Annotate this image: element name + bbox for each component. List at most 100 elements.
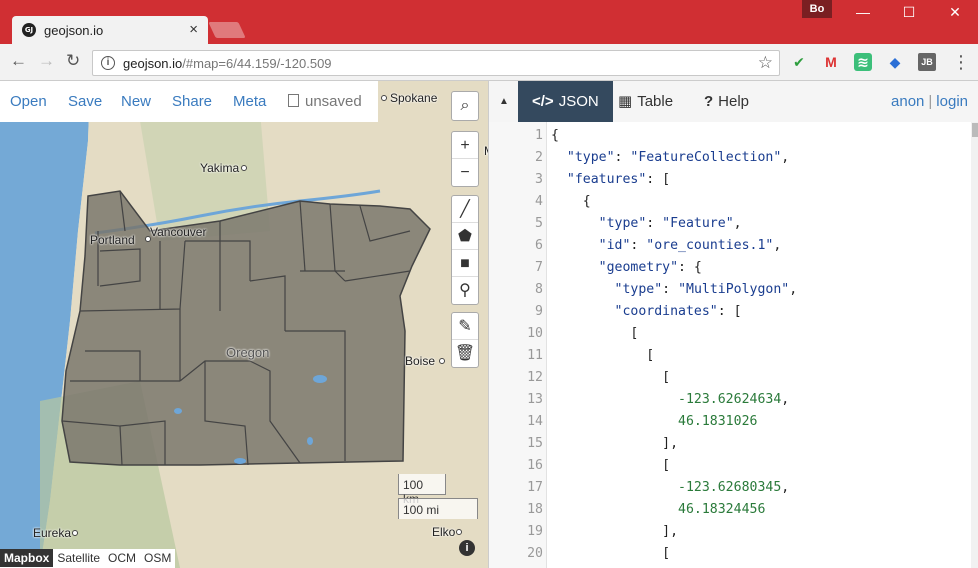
layer-osm[interactable]: OSM bbox=[140, 549, 175, 567]
code-text: "coordinates": [ bbox=[614, 304, 742, 319]
tab-json[interactable]: </> JSON bbox=[518, 81, 613, 122]
collapse-pane-icon[interactable]: ▲ bbox=[499, 96, 509, 107]
code-line[interactable]: 9 "coordinates": [ bbox=[489, 301, 969, 323]
help-icon: ? bbox=[704, 93, 714, 110]
minimize-icon[interactable]: — bbox=[840, 0, 886, 26]
login-link[interactable]: login bbox=[936, 93, 968, 110]
line-number: 14 bbox=[527, 414, 543, 429]
json-editor[interactable]: 1{2 "type": "FeatureCollection", 3 "featu… bbox=[489, 125, 969, 565]
tab-help[interactable]: ? Help bbox=[690, 81, 763, 122]
open-button[interactable]: Open bbox=[10, 93, 47, 110]
maximize-icon[interactable]: ☐ bbox=[886, 0, 932, 26]
browser-tab[interactable]: GJ geojson.io × bbox=[12, 16, 208, 44]
code-line[interactable]: 15 ], bbox=[489, 433, 969, 455]
editor-scroll-thumb[interactable] bbox=[972, 123, 978, 137]
draw-marker-icon[interactable]: ⚲ bbox=[452, 277, 478, 304]
chrome-menu-icon[interactable]: ⋮ bbox=[952, 52, 970, 73]
lake-2 bbox=[174, 408, 182, 414]
code-text: -123.62624634, bbox=[678, 392, 790, 407]
save-button[interactable]: Save bbox=[68, 93, 102, 110]
search-icon[interactable]: ⌕ bbox=[452, 92, 478, 119]
attribution-info-icon[interactable]: i bbox=[459, 540, 475, 556]
zoom-control: + − bbox=[451, 131, 479, 187]
bookmark-star-icon[interactable]: ☆ bbox=[758, 53, 773, 73]
code-line[interactable]: 11 [ bbox=[489, 345, 969, 367]
layer-ocm[interactable]: OCM bbox=[104, 549, 140, 567]
profile-button[interactable]: Bo bbox=[802, 0, 832, 18]
code-line[interactable]: 10 [ bbox=[489, 323, 969, 345]
code-line[interactable]: 18 46.18324456 bbox=[489, 499, 969, 521]
editor-scrollbar[interactable] bbox=[971, 122, 978, 568]
unsaved-status[interactable]: unsaved bbox=[288, 93, 362, 110]
new-tab-button[interactable] bbox=[208, 22, 246, 38]
line-number: 2 bbox=[535, 150, 543, 165]
jb-extension-icon[interactable]: JB bbox=[918, 53, 936, 71]
browser-titlebar: GJ geojson.io × Bo — ☐ ✕ bbox=[0, 0, 978, 44]
zoom-out-icon[interactable]: − bbox=[452, 159, 478, 186]
draw-rectangle-icon[interactable]: ■ bbox=[452, 250, 478, 277]
back-icon[interactable]: ← bbox=[10, 51, 27, 71]
code-line[interactable]: 5 "type": "Feature", bbox=[489, 213, 969, 235]
code-text: 46.18324456 bbox=[678, 502, 766, 517]
geojson-favicon-icon: GJ bbox=[22, 23, 36, 37]
gmail-extension-icon[interactable]: M bbox=[822, 53, 840, 71]
place-dot-spokane bbox=[381, 95, 387, 101]
zoom-in-icon[interactable]: + bbox=[452, 132, 478, 159]
code-line[interactable]: 14 46.1831026 bbox=[489, 411, 969, 433]
code-line[interactable]: 3 "features": [ bbox=[489, 169, 969, 191]
checkmark-extension-icon[interactable]: ✔ bbox=[790, 53, 808, 71]
code-line[interactable]: 2 "type": "FeatureCollection", bbox=[489, 147, 969, 169]
new-button[interactable]: New bbox=[121, 93, 151, 110]
place-eureka: Eureka bbox=[33, 526, 72, 540]
code-line[interactable]: 17 -123.62680345, bbox=[489, 477, 969, 499]
tab-table[interactable]: ▦ Table bbox=[604, 81, 687, 122]
draw-line-icon[interactable]: ╱ bbox=[452, 196, 478, 223]
layer-satellite[interactable]: Satellite bbox=[53, 549, 104, 567]
layers-extension-icon[interactable]: ◆ bbox=[886, 53, 904, 71]
layer-mapbox[interactable]: Mapbox bbox=[0, 549, 54, 567]
table-icon: ▦ bbox=[618, 93, 633, 110]
code-text: ], bbox=[551, 436, 679, 451]
anon-link[interactable]: anon bbox=[891, 93, 924, 110]
share-button[interactable]: Share bbox=[172, 93, 212, 110]
site-info-icon[interactable]: i bbox=[101, 56, 115, 70]
code-line[interactable]: 19 ], bbox=[489, 521, 969, 543]
code-line[interactable]: 16 [ bbox=[489, 455, 969, 477]
map-view[interactable]: Open Save New Share Meta unsaved Spokane… bbox=[0, 81, 488, 568]
tab-title: geojson.io bbox=[44, 23, 104, 38]
reload-icon[interactable]: ↻ bbox=[66, 51, 80, 71]
line-number: 5 bbox=[535, 216, 543, 231]
line-number: 7 bbox=[535, 260, 543, 275]
meta-button[interactable]: Meta bbox=[233, 93, 266, 110]
place-dot-portland bbox=[145, 236, 151, 242]
editor-pane: ▲ </> JSON ▦ Table ? Help anon | login 1{2 "t… bbox=[488, 81, 978, 568]
code-line[interactable]: 20 [ bbox=[489, 543, 969, 565]
code-icon: </> bbox=[532, 93, 554, 110]
code-text: { bbox=[551, 128, 559, 143]
code-line[interactable]: 6 "id": "ore_counties.1", bbox=[489, 235, 969, 257]
draw-polygon-icon[interactable]: ⬟ bbox=[452, 223, 478, 250]
edit-control: ✎ 🗑 bbox=[451, 312, 479, 368]
search-control[interactable]: ⌕ bbox=[451, 91, 479, 121]
line-number: 11 bbox=[527, 348, 543, 363]
auth-links: anon | login bbox=[891, 93, 968, 110]
close-window-icon[interactable]: ✕ bbox=[932, 0, 978, 26]
pane-header: ▲ </> JSON ▦ Table ? Help anon | login bbox=[489, 81, 978, 122]
code-text: [ bbox=[551, 326, 639, 341]
code-text: [ bbox=[551, 348, 655, 363]
code-line[interactable]: 12 [ bbox=[489, 367, 969, 389]
audio-extension-icon[interactable]: ≋ bbox=[854, 53, 872, 71]
url-host: geojson.io bbox=[123, 56, 183, 71]
code-line[interactable]: 4 { bbox=[489, 191, 969, 213]
code-line[interactable]: 7 "geometry": { bbox=[489, 257, 969, 279]
edit-layers-icon[interactable]: ✎ bbox=[452, 313, 478, 340]
tab-close-icon[interactable]: × bbox=[189, 21, 198, 38]
code-line[interactable]: 8 "type": "MultiPolygon", bbox=[489, 279, 969, 301]
delete-layers-icon[interactable]: 🗑 bbox=[452, 340, 478, 367]
code-line[interactable]: 13 -123.62624634, bbox=[489, 389, 969, 411]
address-bar[interactable]: i geojson.io/#map=6/44.159/-120.509 ☆ bbox=[92, 50, 780, 76]
forward-icon[interactable]: → bbox=[38, 51, 55, 71]
code-line[interactable]: 1{ bbox=[489, 125, 969, 147]
line-number: 6 bbox=[535, 238, 543, 253]
lake-1 bbox=[313, 375, 327, 383]
